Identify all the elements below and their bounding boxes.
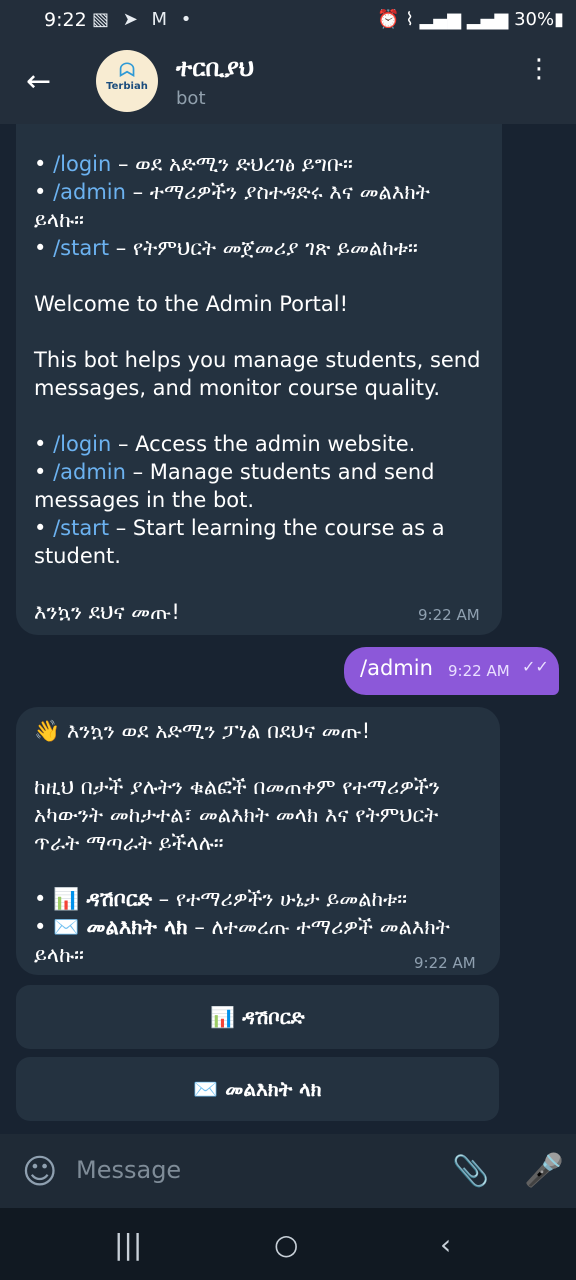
command-desc: – Access the admin website. xyxy=(111,432,416,456)
avatar[interactable]: ᗣ Terbiah xyxy=(96,50,158,112)
greeting-text: 👋 እንኳን ወደ አድሚን ፓነል በደህና መጡ! xyxy=(34,719,371,743)
message-timestamp: 9:22 AM xyxy=(448,662,510,680)
outgoing-text: /admin xyxy=(360,656,433,680)
message-timestamp: 9:22 AM xyxy=(414,954,476,972)
command-link-admin[interactable]: /admin xyxy=(53,180,126,204)
status-time: 9:22 xyxy=(44,9,87,31)
outgoing-message: /admin 9:22 AM ✓✓ xyxy=(344,647,559,695)
avatar-logo-icon: ᗣ xyxy=(118,58,136,82)
attach-icon[interactable]: 📎 xyxy=(452,1154,489,1189)
command-link-start[interactable]: /start xyxy=(53,516,109,540)
message-composer: ☺ Message 📎 🎤 xyxy=(0,1134,576,1208)
dashboard-label: 📊 ዳሽቦርድ xyxy=(53,887,152,911)
home-button[interactable]: ○ xyxy=(274,1228,298,1261)
chat-subtitle: bot xyxy=(176,88,206,109)
command-link-start[interactable]: /start xyxy=(53,236,109,260)
command-desc: – ተማሪዎችን ያስተዳድሩ እና መልእክት xyxy=(125,180,430,204)
message-list[interactable]: • /login – ወደ አድሚን ድህረገፅ ይግቡ። • /admin –… xyxy=(0,124,576,1134)
welcome-text: Welcome to the Admin Portal! xyxy=(34,292,348,316)
microphone-icon[interactable]: 🎤 xyxy=(524,1151,564,1189)
back-arrow-icon[interactable]: ← xyxy=(26,64,51,99)
incoming-message: 👋 እንኳን ወደ አድሚን ፓነል በደህና መጡ! ከዚህ በታች ያሉትን… xyxy=(16,707,500,975)
command-desc: – ወደ አድሚን ድህረገፅ ይግቡ። xyxy=(111,152,353,176)
message-body: • /login – ወደ አድሚን ድህረገፅ ይግቡ። • /admin –… xyxy=(34,152,488,624)
command-link-admin[interactable]: /admin xyxy=(53,460,126,484)
command-desc: – የትምህርት መጀመሪያ ገጽ ይመልከቱ። xyxy=(109,236,418,260)
status-bar: 9:22 ▧ ➤ M • ⏰ ⌇ ▂▄▆ ▂▄▆ 30%▮ xyxy=(0,0,576,42)
incoming-message: • /login – ወደ አድሚን ድህረገፅ ይግቡ። • /admin –… xyxy=(16,124,502,635)
emoji-icon[interactable]: ☺ xyxy=(22,1152,57,1192)
instruction-text: ከዚህ በታች ያሉትን ቁልፎች በመጠቀም የተማሪዎችን አካውንት መከ… xyxy=(34,775,447,855)
chat-header: ← ᗣ Terbiah ተርቢያህ bot ⋮ xyxy=(0,42,576,124)
dashboard-button[interactable]: 📊 ዳሽቦርድ xyxy=(16,985,499,1049)
dashboard-desc: – የተማሪዎችን ሁኔታ ይመልከቱ። xyxy=(151,887,408,911)
message-body: 👋 እንኳን ወደ አድሚን ፓነል በደህና መጡ! ከዚህ በታች ያሉትን… xyxy=(34,719,457,967)
avatar-logo-text: Terbiah xyxy=(106,81,148,92)
message-timestamp: 9:22 AM xyxy=(418,606,480,624)
description-text: This bot helps you manage students, send… xyxy=(34,348,488,400)
send-message-label: ✉️ መልእክት ላክ xyxy=(53,915,188,939)
chat-title[interactable]: ተርቢያህ xyxy=(176,54,254,82)
recent-apps-button[interactable]: ||| xyxy=(114,1228,142,1261)
system-nav-bar: ||| ○ ‹ xyxy=(0,1208,576,1280)
command-desc: ይላኩ። xyxy=(34,208,84,232)
back-button[interactable]: ‹ xyxy=(440,1228,451,1261)
message-input[interactable]: Message xyxy=(76,1156,181,1184)
read-check-icon: ✓✓ xyxy=(522,657,549,676)
footer-text: እንኳን ደህና መጡ! xyxy=(34,600,180,624)
status-right-icons: ⏰ ⌇ ▂▄▆ ▂▄▆ 30%▮ xyxy=(376,9,564,30)
command-link-login[interactable]: /login xyxy=(53,432,111,456)
notification-icons: ▧ ➤ M • xyxy=(92,9,196,30)
more-options-icon[interactable]: ⋮ xyxy=(526,56,552,82)
send-message-button[interactable]: ✉️ መልእክት ላክ xyxy=(16,1057,499,1121)
command-link-login[interactable]: /login xyxy=(53,152,111,176)
